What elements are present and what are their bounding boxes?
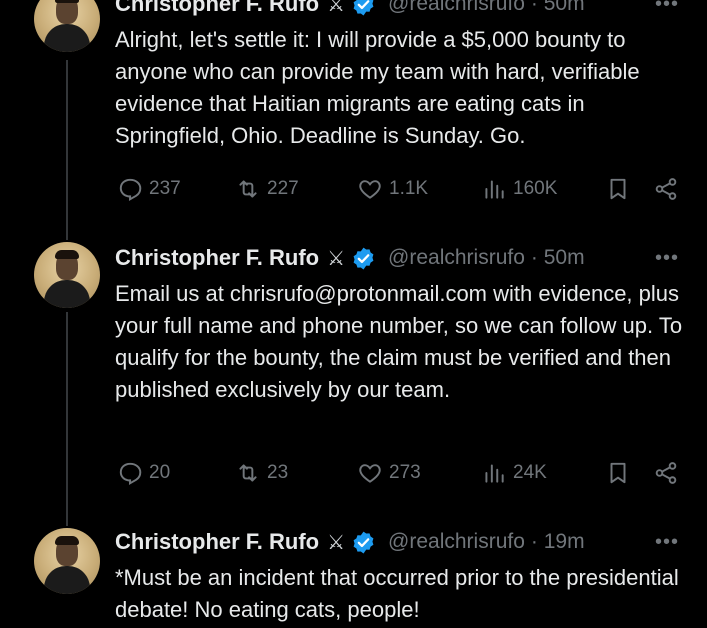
repost-count: 227	[267, 178, 299, 199]
crossed-swords-icon: ⚔	[327, 247, 346, 270]
views-icon	[485, 464, 504, 483]
tweet-text: *Must be an incident that occurred prior…	[115, 565, 685, 622]
more-icon[interactable]: •••	[655, 0, 679, 16]
views-count: 160K	[513, 178, 558, 199]
timestamp[interactable]: · 50m	[531, 246, 585, 270]
views-button[interactable]: 24K	[481, 460, 547, 486]
share-button[interactable]	[653, 176, 679, 202]
avatar[interactable]	[34, 528, 100, 594]
thread-connector	[66, 60, 68, 240]
repost-button[interactable]: 23	[235, 460, 288, 486]
repost-count: 23	[267, 462, 289, 483]
author-handle[interactable]: @realchrisrufo	[388, 246, 525, 270]
timestamp[interactable]: · 19m	[531, 530, 585, 554]
verified-badge-icon	[353, 531, 374, 553]
bookmark-button[interactable]	[605, 176, 631, 202]
bookmark-icon	[610, 178, 626, 200]
like-count: 273	[389, 462, 421, 483]
like-button[interactable]: 1.1K	[357, 176, 428, 202]
reply-count: 237	[149, 178, 181, 199]
more-icon[interactable]: •••	[655, 531, 679, 554]
like-button[interactable]: 273	[357, 460, 421, 486]
heart-icon	[359, 464, 381, 483]
repost-icon	[239, 180, 257, 198]
reply-icon	[119, 462, 142, 486]
author-name[interactable]: Christopher F. Rufo	[115, 529, 319, 555]
repost-button[interactable]: 227	[235, 176, 299, 202]
tweet-text: Alright, let's settle it: I will provide…	[115, 27, 646, 148]
repost-icon	[239, 464, 257, 482]
reply-icon	[119, 178, 142, 202]
tweet-actions: 237 227 1.1K 160K	[115, 176, 690, 206]
views-button[interactable]: 160K	[481, 176, 557, 202]
share-icon	[655, 178, 677, 200]
crossed-swords-icon: ⚔	[327, 531, 346, 554]
thread-connector	[66, 312, 68, 526]
avatar[interactable]	[34, 242, 100, 308]
reply-button[interactable]: 237	[117, 176, 181, 202]
tweet-actions: 20 23 273 24K	[115, 460, 690, 490]
share-button[interactable]	[653, 460, 679, 486]
more-icon[interactable]: •••	[655, 247, 679, 270]
views-icon	[485, 180, 504, 199]
tweet-text: Email us at chrisrufo@protonmail.com wit…	[115, 281, 689, 402]
timestamp[interactable]: · 50m	[531, 0, 585, 16]
author-name[interactable]: Christopher F. Rufo	[115, 245, 319, 271]
crossed-swords-icon: ⚔	[327, 0, 346, 16]
bookmark-icon	[610, 462, 626, 484]
like-count: 1.1K	[389, 178, 429, 199]
views-count: 24K	[513, 462, 547, 483]
verified-badge-icon	[353, 247, 374, 269]
share-icon	[655, 462, 677, 484]
bookmark-button[interactable]	[605, 460, 631, 486]
reply-button[interactable]: 20	[117, 460, 170, 486]
tweet-header: Christopher F. Rufo ⚔ @realchrisrufo · 5…	[115, 244, 689, 272]
author-handle[interactable]: @realchrisrufo	[388, 530, 525, 554]
author-name[interactable]: Christopher F. Rufo	[115, 0, 319, 17]
reply-count: 20	[149, 462, 171, 483]
author-handle[interactable]: @realchrisrufo	[388, 0, 525, 16]
avatar[interactable]	[34, 0, 100, 52]
tweet-header: Christopher F. Rufo ⚔ @realchrisrufo · 5…	[115, 0, 689, 18]
tweet-header: Christopher F. Rufo ⚔ @realchrisrufo · 1…	[115, 528, 689, 556]
verified-badge-icon	[353, 0, 374, 15]
heart-icon	[359, 180, 381, 199]
